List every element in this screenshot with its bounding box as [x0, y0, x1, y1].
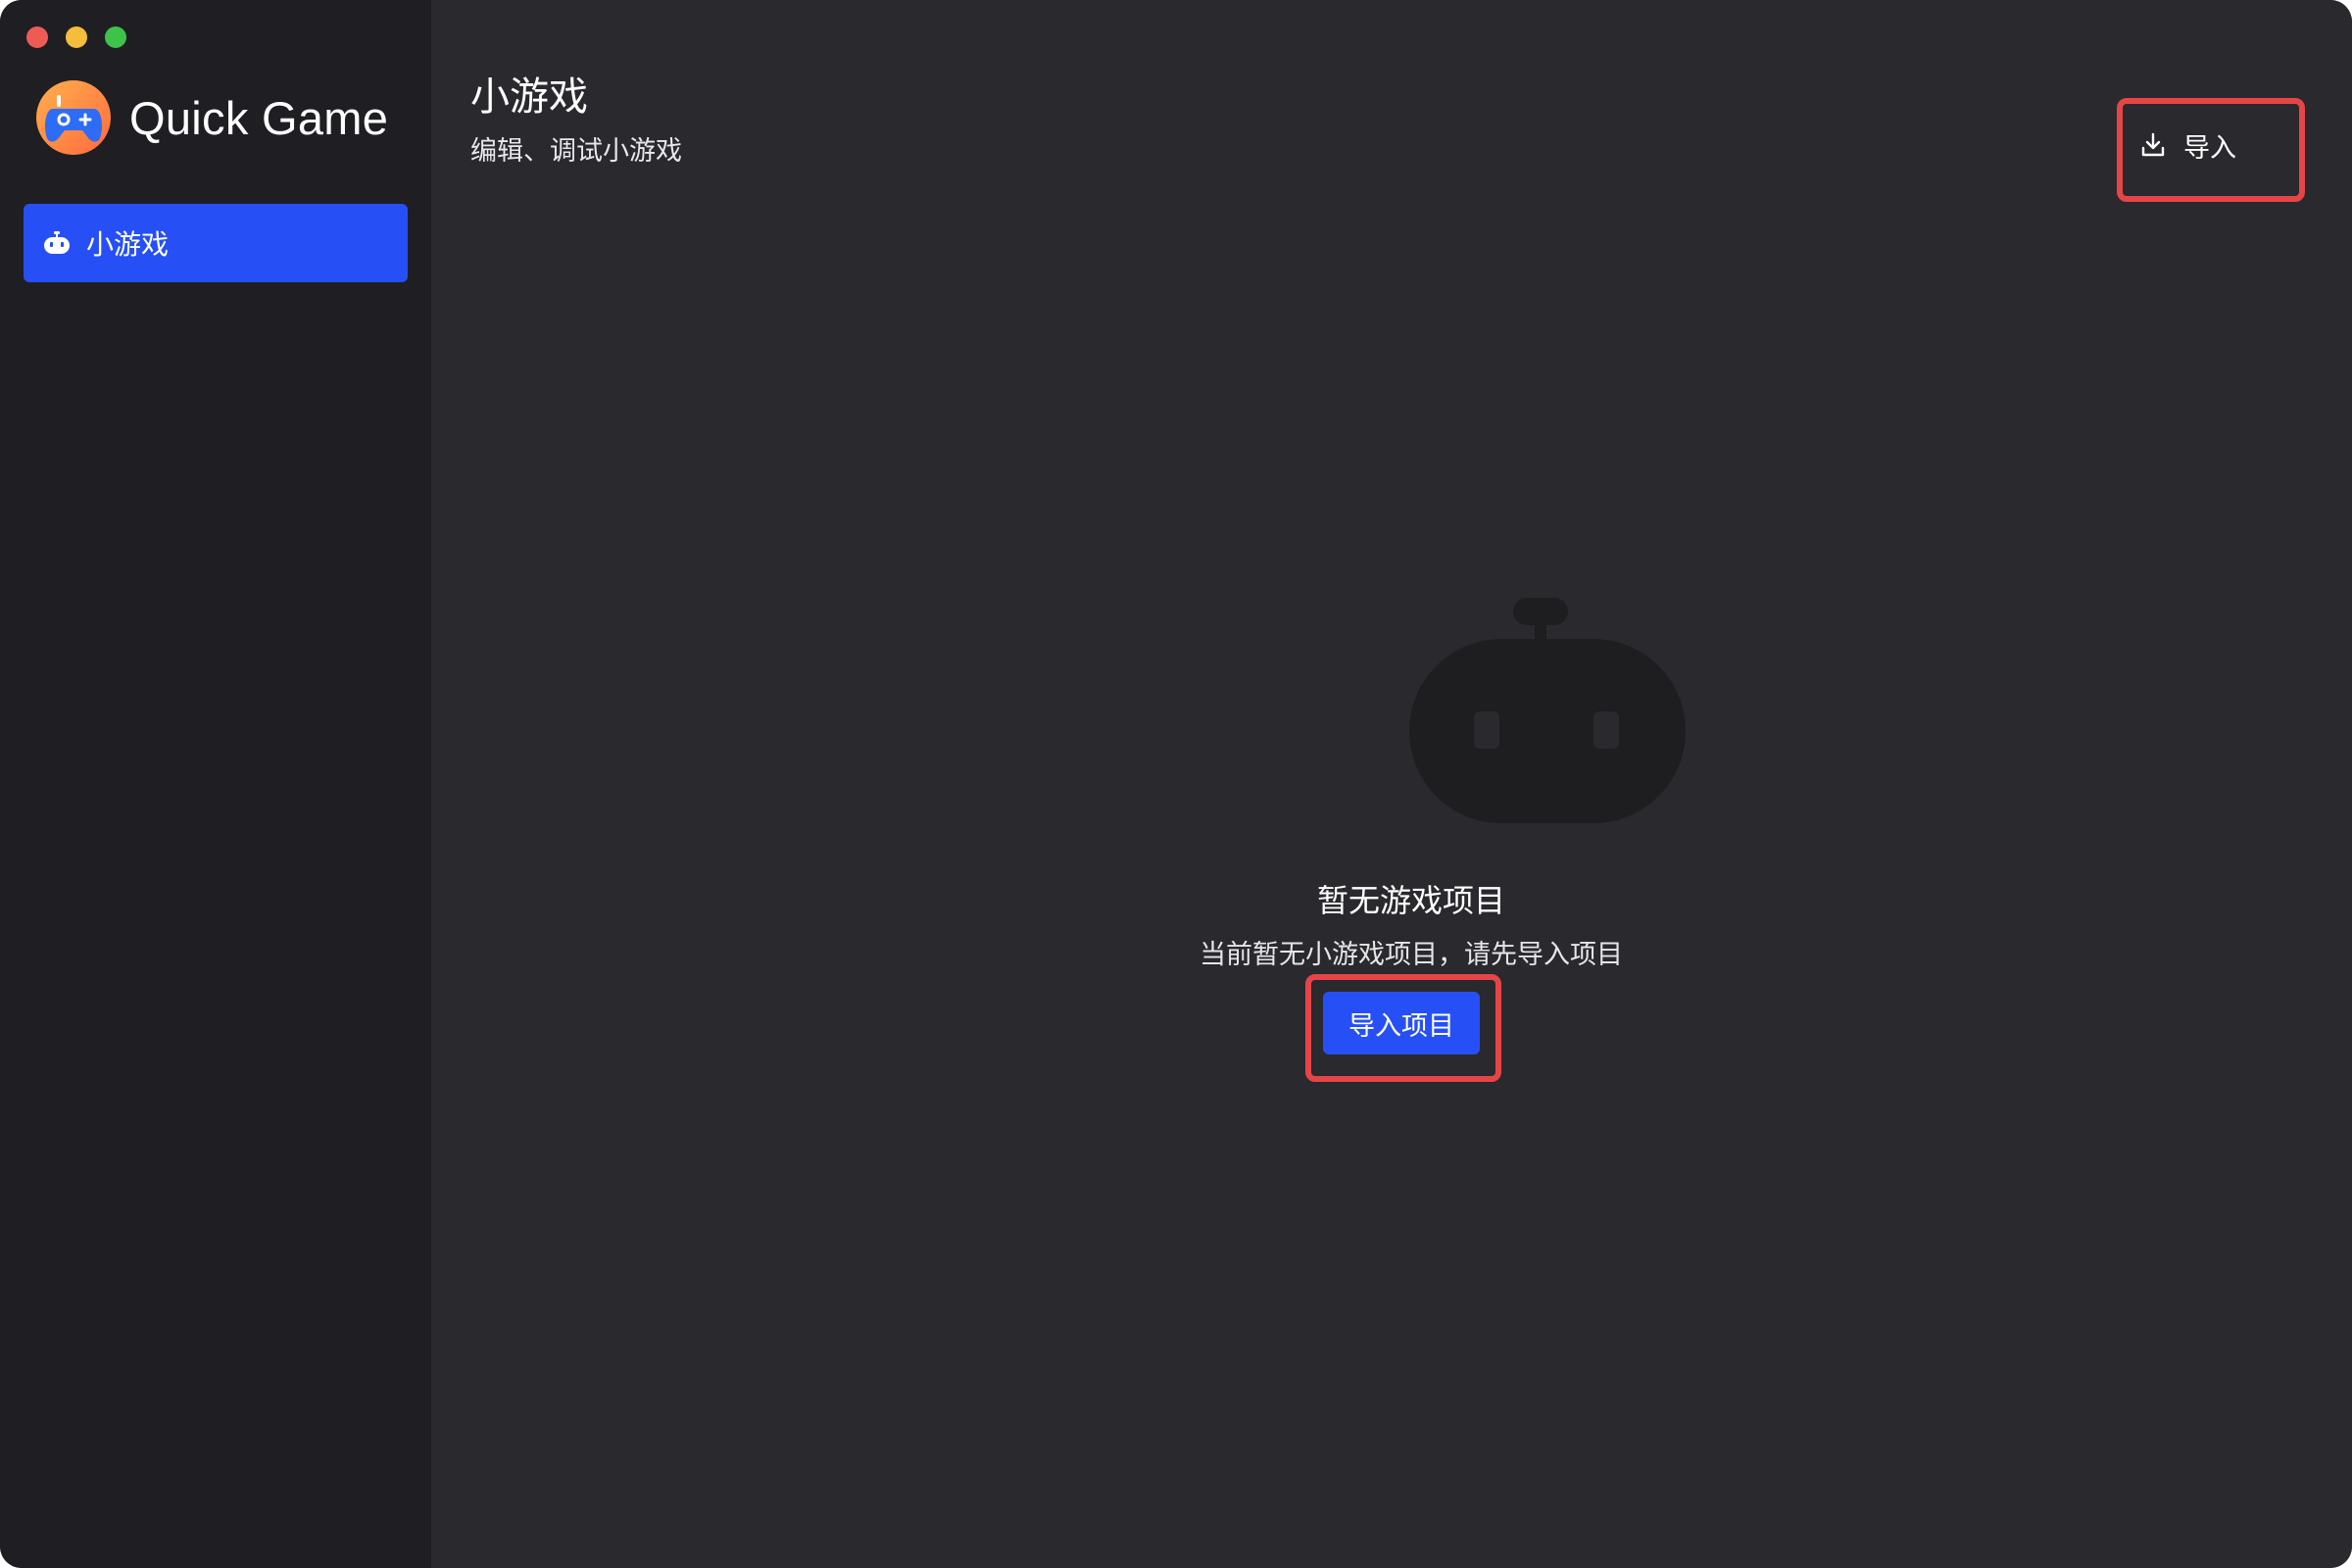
- highlight-frame-import-project: [1305, 974, 1501, 1082]
- empty-state-title: 暂无游戏项目: [1316, 882, 1505, 919]
- page-title: 小游戏: [470, 74, 588, 120]
- sidebar: Quick Game 小游戏: [0, 0, 431, 1568]
- sidebar-item-label: 小游戏: [86, 228, 170, 261]
- page-subtitle: 编辑、调试小游戏: [470, 136, 682, 167]
- empty-state-description: 当前暂无小游戏项目，请先导入项目: [1200, 940, 1623, 970]
- window-close-button[interactable]: [26, 26, 48, 48]
- app-title: Quick Game: [129, 91, 389, 144]
- window-maximize-button[interactable]: [105, 26, 126, 48]
- gamepad-icon: [36, 80, 111, 155]
- robot-icon: [44, 231, 70, 254]
- sidebar-item-mini-games[interactable]: 小游戏: [24, 204, 408, 282]
- app-window: Quick Game 小游戏 小游戏 编辑、调试小游戏 导入 暂无游戏项目 当前…: [0, 0, 2352, 1568]
- main-content: 小游戏 编辑、调试小游戏 导入 暂无游戏项目 当前暂无小游戏项目，请先导入项目 …: [431, 0, 2352, 1568]
- window-minimize-button[interactable]: [66, 26, 87, 48]
- app-brand: Quick Game: [35, 78, 388, 157]
- robot-icon: [1409, 598, 1686, 823]
- highlight-frame-import: [2117, 98, 2305, 202]
